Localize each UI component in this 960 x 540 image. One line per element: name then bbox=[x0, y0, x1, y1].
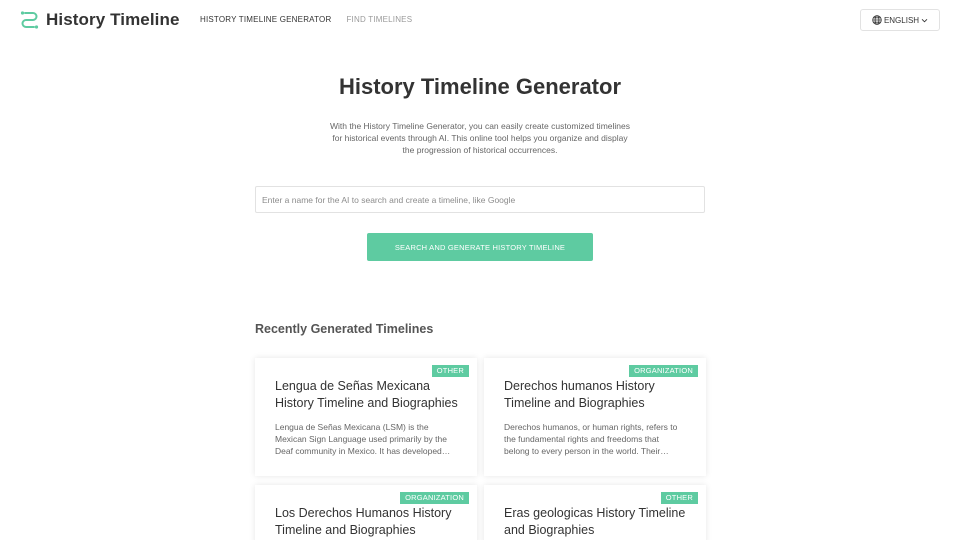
logo-text: History Timeline bbox=[46, 10, 180, 29]
language-selector[interactable]: ENGLISH bbox=[860, 9, 940, 31]
category-badge: ORGANIZATION bbox=[629, 365, 698, 377]
nav-history-timeline-generator[interactable]: HISTORY TIMELINE GENERATOR bbox=[200, 15, 331, 24]
card-title[interactable]: Eras geologicas History Timeline and Bio… bbox=[504, 505, 694, 539]
page-title: History Timeline Generator bbox=[338, 74, 621, 99]
globe-icon bbox=[872, 15, 882, 25]
search-input[interactable] bbox=[255, 186, 705, 213]
category-badge: ORGANIZATION bbox=[400, 492, 469, 504]
card-description: Lengua de Señas Mexicana (LSM) is the Me… bbox=[275, 422, 447, 456]
card-title[interactable]: Derechos humanos History Timeline and Bi… bbox=[504, 378, 694, 412]
card-description: Derechos humanos, or human rights, refer… bbox=[504, 422, 678, 456]
site-logo[interactable]: History Timeline bbox=[19, 10, 180, 30]
top-header: History Timeline HISTORY TIMELINE GENERA… bbox=[0, 0, 960, 40]
timeline-card[interactable]: ORGANIZATION Los Derechos Humanos Histor… bbox=[255, 485, 477, 540]
generate-timeline-button[interactable]: SEARCH AND GENERATE HISTORY TIMELINE bbox=[367, 233, 593, 261]
card-title[interactable]: Lengua de Señas Mexicana History Timelin… bbox=[275, 378, 465, 412]
category-badge: OTHER bbox=[660, 492, 698, 504]
logo-icon bbox=[19, 10, 40, 30]
main-nav: HISTORY TIMELINE GENERATOR FIND TIMELINE… bbox=[200, 15, 412, 24]
language-label: ENGLISH bbox=[883, 15, 920, 25]
timeline-card[interactable]: ORGANIZATION Derechos humanos History Ti… bbox=[484, 358, 706, 476]
timeline-card[interactable]: OTHER Lengua de Señas Mexicana History T… bbox=[255, 358, 477, 476]
page-description: With the History Timeline Generator, you… bbox=[330, 121, 630, 155]
chevron-down-icon bbox=[921, 17, 928, 24]
category-badge: OTHER bbox=[431, 365, 469, 377]
nav-find-timelines[interactable]: FIND TIMELINES bbox=[346, 15, 412, 24]
card-title[interactable]: Los Derechos Humanos History Timeline an… bbox=[275, 505, 465, 539]
recent-section-title: Recently Generated Timelines bbox=[255, 322, 434, 336]
timeline-card[interactable]: OTHER Eras geologicas History Timeline a… bbox=[484, 485, 706, 540]
